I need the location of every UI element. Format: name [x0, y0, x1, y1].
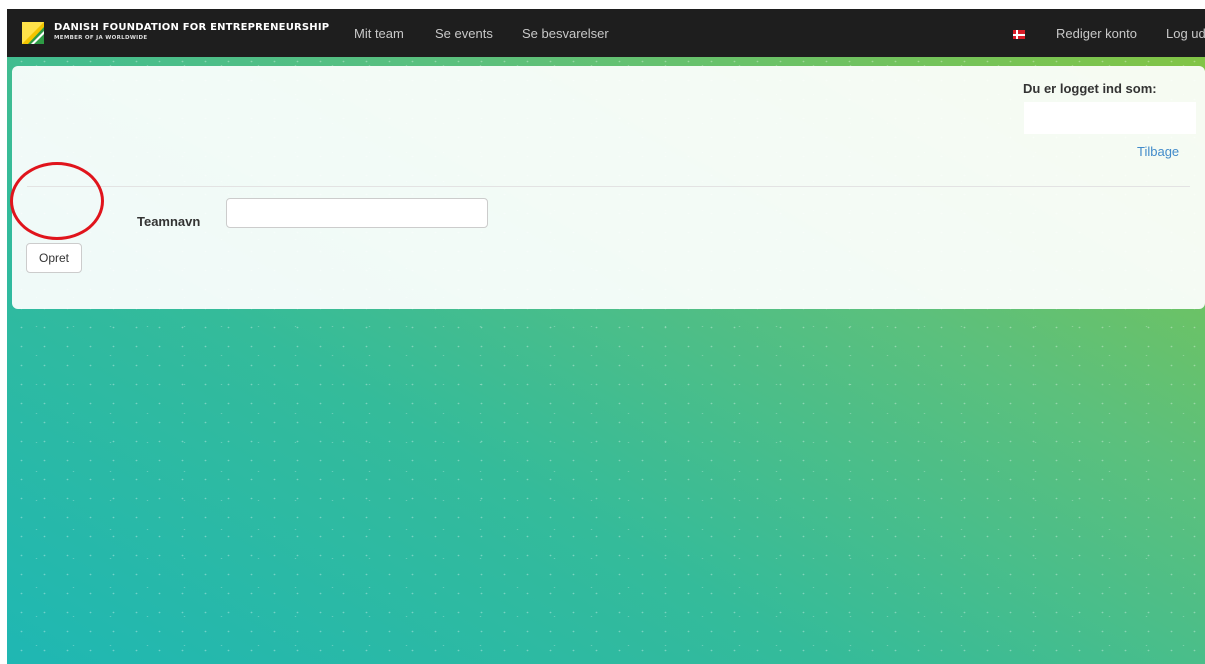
top-navbar: DANISH FOUNDATION FOR ENTREPRENEURSHIP M… [7, 9, 1205, 57]
brand-subtitle: MEMBER OF JA WORLDWIDE [54, 35, 148, 41]
logged-in-label: Du er logget ind som: [1023, 81, 1157, 96]
nav-log-ud[interactable]: Log ud [1166, 26, 1205, 41]
page-background: DANISH FOUNDATION FOR ENTREPRENEURSHIP M… [7, 9, 1205, 664]
danish-flag-icon[interactable] [1013, 30, 1025, 39]
nav-rediger-konto[interactable]: Rediger konto [1056, 26, 1137, 41]
nav-mit-team[interactable]: Mit team [354, 26, 404, 41]
back-link[interactable]: Tilbage [1137, 144, 1179, 159]
nav-se-events[interactable]: Se events [435, 26, 493, 41]
team-name-label: Teamnavn [137, 214, 201, 229]
team-form-panel: Du er logget ind som: Tilbage Teamnavn O… [12, 66, 1205, 309]
logged-in-user-box [1024, 102, 1196, 134]
nav-se-besvarelser[interactable]: Se besvarelser [522, 26, 609, 41]
create-button[interactable]: Opret [26, 243, 82, 273]
brand-title: DANISH FOUNDATION FOR ENTREPRENEURSHIP [54, 22, 330, 33]
team-name-input[interactable] [226, 198, 488, 228]
divider [27, 186, 1190, 187]
foundation-logo-icon[interactable] [22, 22, 44, 44]
